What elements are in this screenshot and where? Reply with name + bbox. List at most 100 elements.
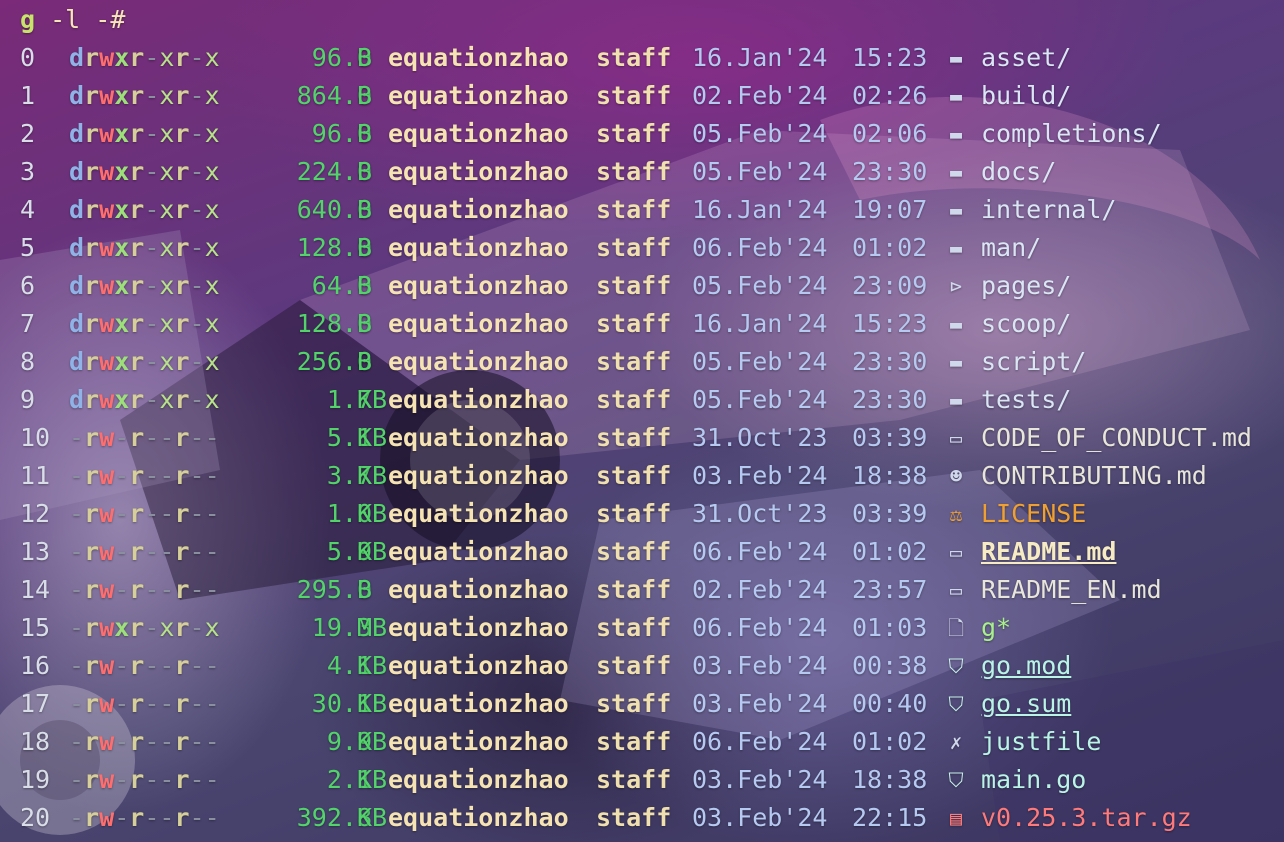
file-size: 19.3 <box>311 613 372 642</box>
file-size: 640.0 <box>296 195 372 224</box>
group: staff <box>596 689 672 718</box>
permissions: drwxr-xr-x <box>69 157 220 186</box>
modified-time: 18:38 <box>852 461 928 490</box>
modified-date: 05.Feb'24 <box>692 119 828 148</box>
file-size: 1.7 <box>326 385 372 414</box>
permissions: drwxr-xr-x <box>69 43 220 72</box>
list-item[interactable]: 6 drwxr-xr-x 64.0 Bequationzhao staff 05.Feb'… <box>20 267 1284 305</box>
list-item[interactable]: 14 -rw-r--r-- 295.0 Bequationzhao staff 02.Fe… <box>20 571 1284 609</box>
row-index: 16 <box>20 651 51 680</box>
modified-date: 03.Feb'24 <box>692 651 828 680</box>
row-index: 19 <box>20 765 51 794</box>
modified-time: 03:39 <box>852 499 928 528</box>
file-name[interactable]: g* <box>981 609 1011 647</box>
file-name[interactable]: go.mod <box>981 647 1071 685</box>
modified-date: 03.Feb'24 <box>692 461 828 490</box>
file-name[interactable]: internal/ <box>981 191 1116 229</box>
permissions: -rw-r--r-- <box>69 803 220 832</box>
list-item[interactable]: 15 -rwxr-xr-x 19.3 MB equationzhao staff 06.Fe… <box>20 609 1284 647</box>
size-unit: B <box>357 43 373 72</box>
file-size: 5.1 <box>326 423 372 452</box>
file-size: 295.0 <box>296 575 372 604</box>
owner: equationzhao <box>388 499 569 528</box>
group: staff <box>596 727 672 756</box>
permissions: -rw-r--r-- <box>69 689 220 718</box>
group: staff <box>596 385 672 414</box>
row-index: 8 <box>20 347 36 376</box>
file-name[interactable]: CODE_OF_CONDUCT.md <box>981 419 1252 457</box>
owner: equationzhao <box>388 157 569 186</box>
list-item[interactable]: 19 -rw-r--r-- 2.1 KB equationzhao staff 03.Feb… <box>20 761 1284 799</box>
file-size: 128.0 <box>296 309 372 338</box>
folder-icon: ▬ <box>949 312 963 336</box>
file-name[interactable]: CONTRIBUTING.md <box>981 457 1207 495</box>
size-unit: B <box>357 233 373 262</box>
size-unit: KB <box>357 461 388 490</box>
file-name[interactable]: README_EN.md <box>981 571 1162 609</box>
file-name[interactable]: README.md <box>981 533 1116 571</box>
terminal-window[interactable]: g -l -# 0 drwxr-xr-x 96.0 Bequationzhao staf… <box>0 0 1284 842</box>
list-item[interactable]: 4 drwxr-xr-x 640.0 Bequationzhao staff 16.Jan… <box>20 191 1284 229</box>
list-item[interactable]: 18 -rw-r--r-- 9.9 KB equationzhao staff 06.Feb… <box>20 723 1284 761</box>
file-name[interactable]: build/ <box>981 77 1071 115</box>
permissions: drwxr-xr-x <box>69 385 220 414</box>
folder-icon: ▬ <box>949 236 963 260</box>
permissions: -rw-r--r-- <box>69 651 220 680</box>
permissions: -rw-r--r-- <box>69 461 220 490</box>
list-item[interactable]: 7 drwxr-xr-x 128.0 Bequationzhao staff 16.Jan… <box>20 305 1284 343</box>
folder-icon: ▬ <box>949 122 963 146</box>
list-item[interactable]: 16 -rw-r--r-- 4.1 KB equationzhao staff 03.Feb… <box>20 647 1284 685</box>
list-item[interactable]: 8 drwxr-xr-x 256.0 Bequationzhao staff 05.Feb… <box>20 343 1284 381</box>
owner: equationzhao <box>388 461 569 490</box>
list-item[interactable]: 9 drwxr-xr-x 1.7 KB equationzhao staff 05.Feb'… <box>20 381 1284 419</box>
folder-icon: ▬ <box>949 198 963 222</box>
size-unit: KB <box>357 423 388 452</box>
list-item[interactable]: 0 drwxr-xr-x 96.0 Bequationzhao staff 16.Jan'… <box>20 39 1284 77</box>
file-name[interactable]: go.sum <box>981 685 1071 723</box>
modified-time: 23:09 <box>852 271 928 300</box>
archive-icon: ▤ <box>949 806 963 830</box>
file-name[interactable]: justfile <box>981 723 1101 761</box>
list-item[interactable]: 1 drwxr-xr-x 864.0 Bequationzhao staff 02.Feb… <box>20 77 1284 115</box>
file-name[interactable]: v0.25.3.tar.gz <box>981 799 1192 837</box>
list-item[interactable]: 20 -rw-r--r-- 392.8 KB equationzhao staff 03.F… <box>20 799 1284 837</box>
file-name[interactable]: completions/ <box>981 115 1162 153</box>
owner: equationzhao <box>388 689 569 718</box>
list-item[interactable]: 3 drwxr-xr-x 224.0 Bequationzhao staff 05.Feb… <box>20 153 1284 191</box>
list-item[interactable]: 12 -rw-r--r-- 1.0 KB equationzhao staff 31.Oct… <box>20 495 1284 533</box>
command-line: g -l -# <box>20 1 125 39</box>
file-size: 9.9 <box>326 727 372 756</box>
list-item[interactable]: 2 drwxr-xr-x 96.0 Bequationzhao staff 05.Feb'… <box>20 115 1284 153</box>
list-item[interactable]: 11 -rw-r--r-- 3.7 KB equationzhao staff 03.Feb… <box>20 457 1284 495</box>
list-item[interactable]: 17 -rw-r--r-- 30.1 KB equationzhao staff 03.Fe… <box>20 685 1284 723</box>
file-name[interactable]: tests/ <box>981 381 1071 419</box>
file-name[interactable]: script/ <box>981 343 1086 381</box>
group: staff <box>596 537 672 566</box>
row-index: 2 <box>20 119 36 148</box>
modified-time: 02:06 <box>852 119 928 148</box>
file-size: 96.0 <box>311 119 372 148</box>
file-name[interactable]: scoop/ <box>981 305 1071 343</box>
gopher-icon: ⛉ <box>948 768 964 792</box>
list-item[interactable]: 5 drwxr-xr-x 128.0 Bequationzhao staff 06.Feb… <box>20 229 1284 267</box>
modified-date: 05.Feb'24 <box>692 385 828 414</box>
file-name[interactable]: main.go <box>981 761 1086 799</box>
file-size: 3.7 <box>326 461 372 490</box>
file-name[interactable]: pages/ <box>981 267 1071 305</box>
owner: equationzhao <box>388 119 569 148</box>
markdown-icon: ▭ <box>949 540 963 564</box>
permissions: -rw-r--r-- <box>69 727 220 756</box>
file-name[interactable]: LICENSE <box>981 495 1086 533</box>
group: staff <box>596 81 672 110</box>
file-name[interactable]: docs/ <box>981 153 1056 191</box>
list-item[interactable]: 10 -rw-r--r-- 5.1 KB equationzhao staff 31.Oct… <box>20 419 1284 457</box>
group: staff <box>596 499 672 528</box>
scale-icon: ⚖ <box>949 502 963 526</box>
group: staff <box>596 309 672 338</box>
list-item[interactable]: 13 -rw-r--r-- 5.9 KB equationzhao staff 06.Feb… <box>20 533 1284 571</box>
modified-time: 15:23 <box>852 309 928 338</box>
group: staff <box>596 119 672 148</box>
file-name[interactable]: asset/ <box>981 39 1071 77</box>
file-name[interactable]: man/ <box>981 229 1041 267</box>
modified-date: 05.Feb'24 <box>692 347 828 376</box>
